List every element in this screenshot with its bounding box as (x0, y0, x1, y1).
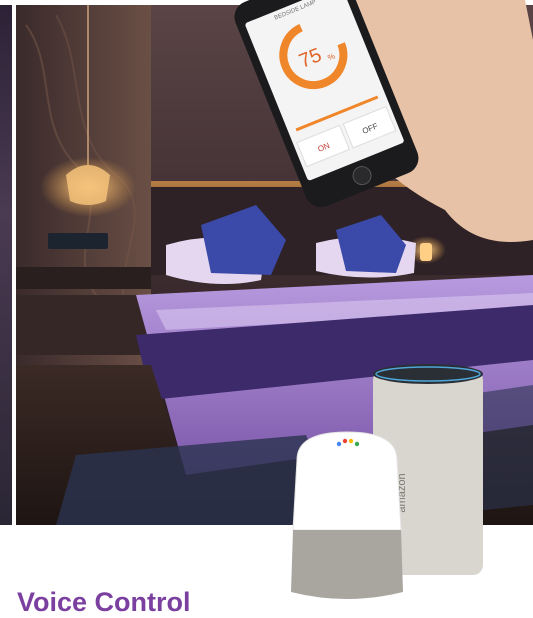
smart-speakers: amazon (291, 364, 483, 599)
caption-title: Voice Control (17, 587, 191, 617)
hand-holding-phone: BEDSIDE LAMP 75 % ON OFF (234, 0, 533, 242)
pendant-lamp (66, 165, 110, 205)
control-panel (48, 233, 108, 249)
left-photo-edge (0, 5, 12, 525)
scene: BEDSIDE LAMP 75 % ON OFF amazon Voice Co… (0, 0, 533, 617)
google-home-speaker (291, 431, 403, 599)
